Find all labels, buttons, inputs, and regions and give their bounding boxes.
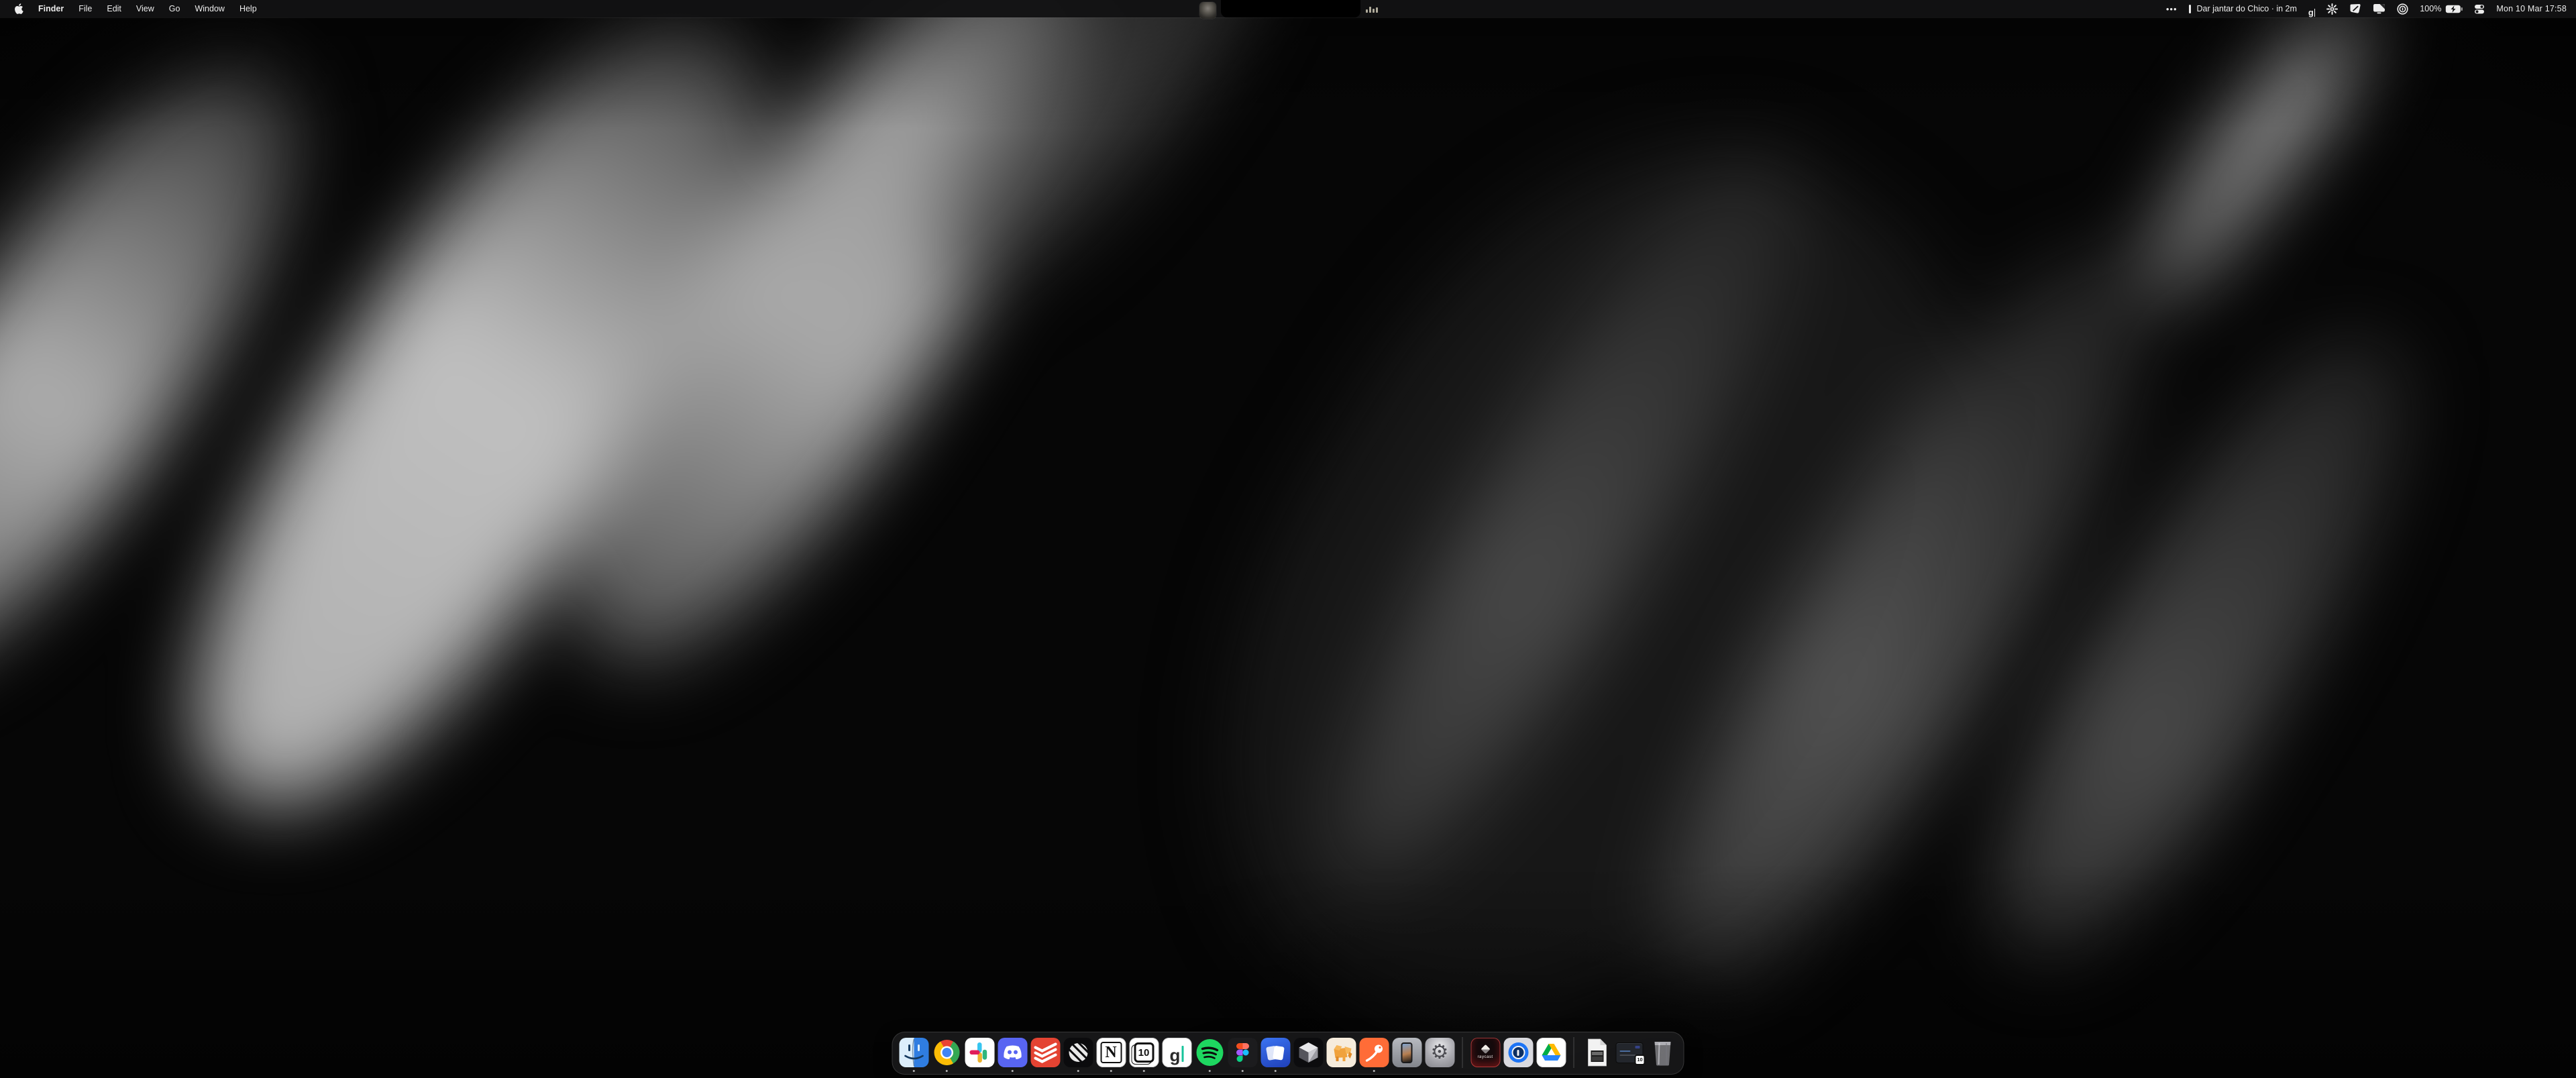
battery-percent: 100% bbox=[2420, 4, 2441, 13]
dock-item-minimized-window[interactable]: 10 bbox=[1615, 1038, 1645, 1067]
menu-go[interactable]: Go bbox=[162, 0, 188, 17]
raycast-icon: raycast bbox=[1470, 1038, 1500, 1067]
dock-item-spotify[interactable] bbox=[1195, 1038, 1225, 1067]
dock-item-grammarly[interactable]: g bbox=[1162, 1038, 1192, 1067]
display-notch bbox=[1221, 0, 1360, 17]
dock-item-figma[interactable] bbox=[1228, 1038, 1258, 1067]
1password-icon[interactable] bbox=[2397, 0, 2408, 17]
dock-item-document[interactable] bbox=[1582, 1038, 1612, 1067]
running-indicator bbox=[1241, 1070, 1244, 1073]
battery-widget[interactable]: 100% bbox=[2420, 4, 2463, 13]
dock-item-postman[interactable] bbox=[1359, 1038, 1389, 1067]
event-text: Dar jantar do Chico · in 2m bbox=[2197, 4, 2297, 13]
menu-bar-clock[interactable]: Mon 10 Mar 17:58 bbox=[2496, 4, 2567, 13]
document-file-icon bbox=[1582, 1038, 1611, 1067]
menu-bar-status: ••• Dar jantar do Chico · in 2m g bbox=[2166, 0, 2576, 17]
discord-icon bbox=[998, 1038, 1027, 1067]
grammarly-caret bbox=[1181, 1046, 1183, 1062]
overflow-icon[interactable]: ••• bbox=[2166, 0, 2178, 17]
dock-item-trash[interactable] bbox=[1648, 1038, 1678, 1067]
notch-album-art[interactable] bbox=[1199, 2, 1216, 19]
grammarly-letter: g bbox=[1170, 1048, 1181, 1062]
dock-item-craft[interactable] bbox=[1260, 1038, 1291, 1067]
running-indicator bbox=[1077, 1070, 1079, 1073]
apple-menu[interactable] bbox=[7, 0, 31, 17]
dock-item-elephas[interactable] bbox=[1326, 1038, 1356, 1067]
running-indicator bbox=[1011, 1070, 1014, 1073]
dock-item-chrome[interactable] bbox=[932, 1038, 962, 1067]
dock-item-google-drive[interactable] bbox=[1536, 1038, 1566, 1067]
trash-icon bbox=[1648, 1038, 1677, 1067]
dock-item-notion[interactable]: N bbox=[1096, 1038, 1126, 1067]
menu-bar-left: Finder File Edit View Go Window Help bbox=[0, 0, 264, 17]
todoist-icon bbox=[1030, 1038, 1060, 1067]
1password-app-icon bbox=[1503, 1038, 1533, 1067]
minimized-window-app-badge: 10 bbox=[1635, 1055, 1646, 1065]
dock-item-iphone-mirroring[interactable] bbox=[1392, 1038, 1422, 1067]
elephant-icon bbox=[1326, 1038, 1356, 1067]
menu-window[interactable]: Window bbox=[187, 0, 231, 17]
desktop: Finder File Edit View Go Window Help •••… bbox=[0, 0, 2576, 1078]
figma-icon bbox=[1228, 1038, 1257, 1067]
apple-logo-icon bbox=[14, 3, 23, 14]
raycast-diamond-icon bbox=[1481, 1044, 1490, 1054]
running-indicator bbox=[1274, 1070, 1277, 1073]
calendar-day: 10 bbox=[1134, 1042, 1154, 1063]
gear-icon: ⚙ bbox=[1431, 1042, 1449, 1063]
dock-item-linear[interactable] bbox=[1063, 1038, 1093, 1067]
system-settings-icon: ⚙ bbox=[1425, 1038, 1454, 1067]
wallpaper-vignette bbox=[0, 0, 2576, 1078]
spotify-icon bbox=[1195, 1038, 1224, 1067]
notion-letter: N bbox=[1100, 1042, 1122, 1063]
running-indicator bbox=[1110, 1070, 1112, 1073]
control-toggles-icon[interactable] bbox=[2474, 0, 2485, 17]
dock-item-raycast[interactable]: raycast bbox=[1470, 1038, 1501, 1067]
pick-icon[interactable] bbox=[2349, 0, 2361, 17]
grammarly-icon[interactable]: g bbox=[2308, 0, 2315, 17]
dock-item-todoist[interactable] bbox=[1030, 1038, 1061, 1067]
dock-item-finder[interactable] bbox=[899, 1038, 929, 1067]
linear-icon bbox=[1063, 1038, 1093, 1067]
iphone-mirroring-icon bbox=[1392, 1038, 1421, 1067]
running-indicator bbox=[1142, 1070, 1145, 1073]
display-icon[interactable] bbox=[2373, 0, 2385, 17]
dock-divider bbox=[1462, 1037, 1463, 1068]
menu-edit[interactable]: Edit bbox=[99, 0, 129, 17]
running-indicator bbox=[912, 1070, 915, 1073]
notion-calendar-icon: 10 bbox=[1129, 1038, 1159, 1067]
running-indicator bbox=[1373, 1070, 1375, 1073]
finder-icon bbox=[899, 1038, 928, 1067]
minimized-window-thumbnail: 10 bbox=[1615, 1038, 1644, 1067]
dock-item-discord[interactable] bbox=[998, 1038, 1028, 1067]
active-app-menu[interactable]: Finder bbox=[31, 0, 71, 17]
battery-charging-icon bbox=[2445, 5, 2463, 13]
chrome-icon bbox=[932, 1038, 961, 1067]
keyhole-icon bbox=[1517, 1050, 1519, 1056]
menu-help[interactable]: Help bbox=[232, 0, 264, 17]
sun-icon[interactable] bbox=[2326, 0, 2338, 17]
dock-item-cursor[interactable] bbox=[1293, 1038, 1324, 1067]
dock: N 10 g bbox=[892, 1032, 1684, 1075]
raycast-wordmark: raycast bbox=[1477, 1055, 1493, 1059]
desktop-wallpaper bbox=[0, 0, 2576, 1078]
menu-file[interactable]: File bbox=[71, 0, 99, 17]
google-drive-icon bbox=[1536, 1038, 1566, 1067]
dock-item-slack[interactable] bbox=[965, 1038, 995, 1067]
running-indicator bbox=[1208, 1070, 1211, 1073]
grammarly-app-icon: g bbox=[1162, 1038, 1191, 1067]
menu-view[interactable]: View bbox=[129, 0, 162, 17]
slack-icon bbox=[965, 1038, 994, 1067]
audio-visualizer-icon[interactable] bbox=[1366, 6, 1378, 13]
craft-icon bbox=[1260, 1038, 1290, 1067]
dock-item-1password[interactable] bbox=[1503, 1038, 1534, 1067]
dock-item-notion-calendar[interactable]: 10 bbox=[1129, 1038, 1159, 1067]
calendar-event-widget[interactable]: Dar jantar do Chico · in 2m bbox=[2189, 4, 2297, 13]
postman-icon bbox=[1359, 1038, 1389, 1067]
event-color-bar-icon bbox=[2189, 5, 2191, 13]
cursor-icon bbox=[1293, 1038, 1323, 1067]
dock-item-system-settings[interactable]: ⚙ bbox=[1425, 1038, 1455, 1067]
notion-icon: N bbox=[1096, 1038, 1126, 1067]
running-indicator bbox=[945, 1070, 948, 1073]
